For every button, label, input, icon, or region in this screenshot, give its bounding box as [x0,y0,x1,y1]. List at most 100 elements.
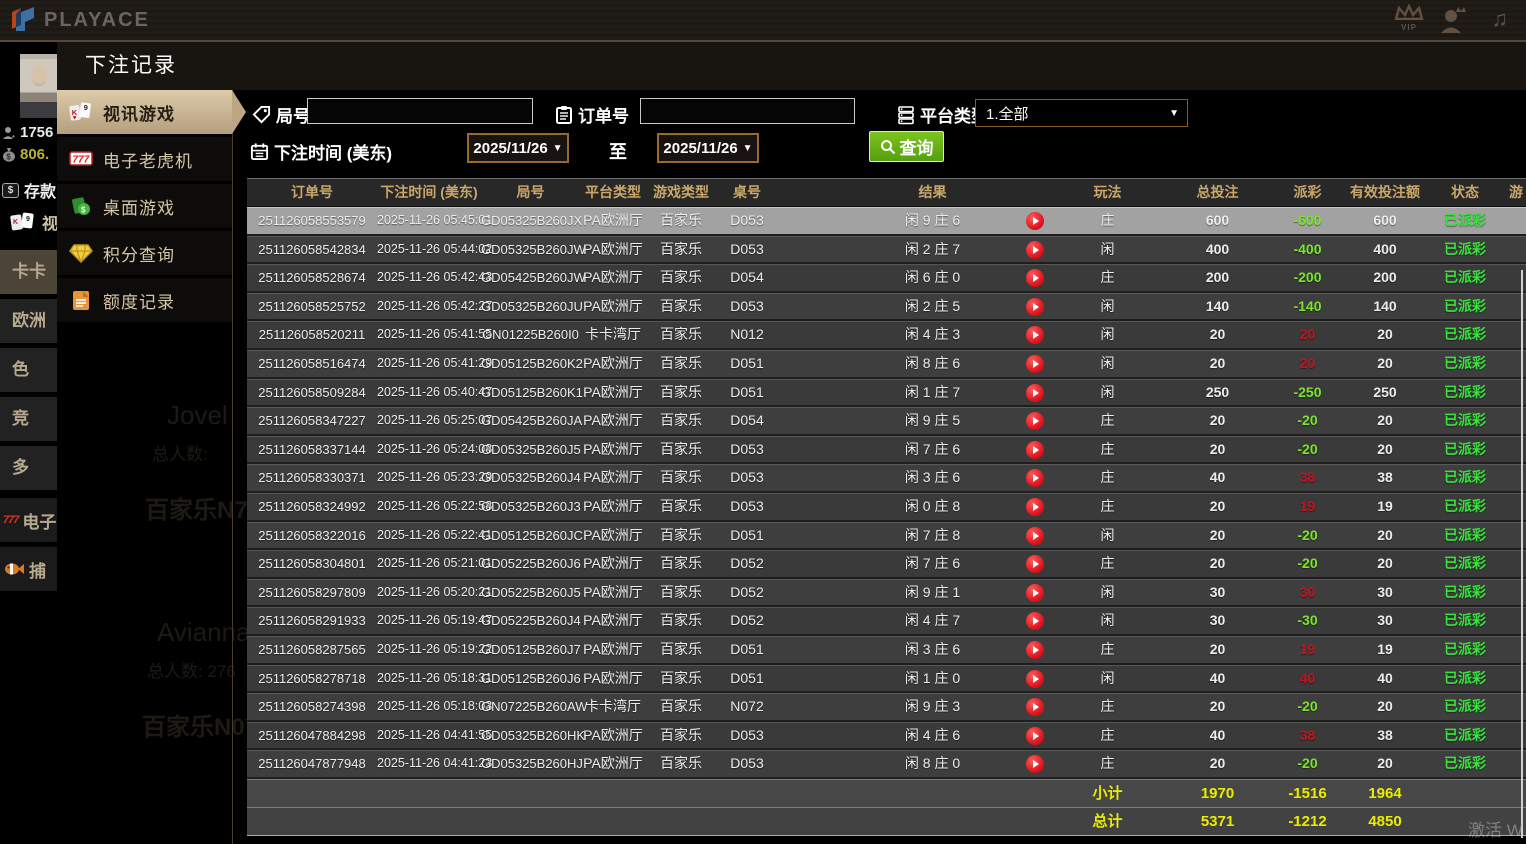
table-row[interactable]: 2511260583472272025-11-26 05:25:07GD0542… [247,407,1526,436]
replay-button[interactable] [1026,727,1044,745]
replay-button[interactable] [1026,384,1044,402]
table-row[interactable]: 2511260583371442025-11-26 05:24:08GD0532… [247,436,1526,465]
replay-button[interactable] [1026,326,1044,344]
table-row[interactable]: 2511260585286742025-11-26 05:42:43GD0542… [247,264,1526,293]
table-row[interactable]: 2511260582919332025-11-26 05:19:47GD0522… [247,607,1526,636]
table-row[interactable]: 2511260585092842025-11-26 05:40:47GD0512… [247,379,1526,408]
replay-button[interactable] [1026,441,1044,459]
cell-round_id: GD05125B260J6 [481,666,580,692]
brand-logo[interactable]: PLAYACE [10,5,150,36]
cell-status: 已派彩 [1425,723,1505,749]
col-header-status: 状态 [1425,179,1505,206]
cell-status: 已派彩 [1425,494,1505,520]
table-row[interactable]: 2511260583303712025-11-26 05:23:29GD0532… [247,464,1526,493]
cell-round_id: GN07225B260AW [481,694,580,720]
cell-round_id: GD05225B260J5 [481,580,580,606]
cell-order_id: 251126058291933 [247,608,377,634]
grand-total-row-spacer [778,808,845,835]
cell-result: 闲 2 庄 5 [845,294,1020,320]
cell-spacer [778,694,845,720]
cell-status: 已派彩 [1425,208,1505,234]
order-id-input[interactable] [640,98,855,124]
replay-button[interactable] [1026,469,1044,487]
user-avatar[interactable] [20,54,57,118]
sidebar-item-category[interactable]: 竞 [0,397,57,441]
sidebar-item-category[interactable]: 卡卡 [0,250,57,294]
replay-button[interactable] [1026,527,1044,545]
table-row[interactable]: 2511260583249922025-11-26 05:22:58GD0532… [247,493,1526,522]
search-button[interactable]: 查询 [869,131,944,162]
grand-total-row-round_id [481,808,580,835]
cell-status: 已派彩 [1425,237,1505,263]
table-row[interactable]: 2511260585535792025-11-26 05:45:01GD0532… [247,207,1526,236]
table-row[interactable]: 2511260585202112025-11-26 05:41:55GN0122… [247,321,1526,350]
cell-result: 闲 1 庄 7 [845,380,1020,406]
table-row[interactable]: 2511260582787182025-11-26 05:18:31GD0512… [247,665,1526,694]
cell-payout: 40 [1270,666,1345,692]
round-id-input[interactable] [307,98,533,124]
vip-user-icon[interactable] [1438,6,1468,39]
table-row[interactable]: 2511260478842982025-11-26 04:41:55GD0532… [247,722,1526,751]
sidebar-item-category[interactable]: 多 [0,446,57,490]
table-row[interactable]: 2511260582875652025-11-26 05:19:22GD0512… [247,636,1526,665]
cell-result: 闲 2 庄 7 [845,237,1020,263]
tab-credit-records[interactable]: 额度记录 [57,278,232,322]
replay-button[interactable] [1026,641,1044,659]
cell-game [1505,208,1526,234]
table-row[interactable]: 2511260585164742025-11-26 05:41:29GD0512… [247,350,1526,379]
sidebar-item-slots[interactable]: 777 电子 [0,498,57,542]
col-header-play [1020,179,1050,206]
replay-button[interactable] [1026,412,1044,430]
platform-type-select[interactable]: 1.全部 ▼ [975,99,1188,127]
cell-bet_time: 2025-11-26 05:42:27 [377,294,481,320]
replay-button[interactable] [1026,555,1044,573]
deposit-button[interactable]: $ 存款 [2,178,56,202]
table-row[interactable]: 2511260585428342025-11-26 05:44:02GD0532… [247,236,1526,265]
date-to-picker[interactable]: 2025/11/26 ▼ [657,133,759,163]
replay-button[interactable] [1026,698,1044,716]
table-row[interactable]: 2511260583220162025-11-26 05:22:41GD0512… [247,522,1526,551]
tab-table-games[interactable]: $桌面游戏 [57,184,232,228]
cell-platform: PA欧洲厅 [580,551,646,577]
page-title: 下注记录 [85,42,1526,90]
replay-button[interactable] [1026,498,1044,516]
video-games-nav-partial[interactable]: K 9 视 [10,210,57,234]
table-row[interactable]: 2511260585257522025-11-26 05:42:27GD0532… [247,293,1526,322]
replay-button[interactable] [1026,269,1044,287]
cell-spacer [778,380,845,406]
table-row[interactable]: 2511260478779482025-11-26 04:41:23GD0532… [247,750,1526,779]
replay-button[interactable] [1026,355,1044,373]
replay-button[interactable] [1026,212,1044,230]
table-row[interactable]: 2511260582743982025-11-26 05:18:03GN0722… [247,693,1526,722]
cell-play [1020,465,1050,491]
replay-button[interactable] [1026,584,1044,602]
date-from-picker[interactable]: 2025/11/26 ▼ [467,133,569,163]
replay-button[interactable] [1026,241,1044,259]
sidebar-item-category[interactable]: 欧洲 [0,299,57,343]
replay-button[interactable] [1026,755,1044,773]
replay-button[interactable] [1026,298,1044,316]
subtotal-row-spacer [778,780,845,808]
subtotal-row-order_id [247,780,377,808]
playing-cards-icon: K 9 [10,212,36,232]
tab-points-query[interactable]: 积分查询 [57,231,232,275]
sidebar-item-fishing[interactable]: 捕 [0,547,57,591]
cell-valid_bet: 20 [1345,694,1425,720]
cell-bet_time: 2025-11-26 05:23:29 [377,465,481,491]
cell-play_type: 闲 [1050,237,1165,263]
tab-video-games[interactable]: K♥9视讯游戏 [57,90,232,134]
replay-button[interactable] [1026,670,1044,688]
cell-valid_bet: 20 [1345,408,1425,434]
sidebar-item-category[interactable]: 色 [0,348,57,392]
cell-valid_bet: 140 [1345,294,1425,320]
vip-icon[interactable]: VIP [1392,4,1426,32]
cell-round_id: GD05425B260JW [481,265,580,291]
table-row[interactable]: 2511260583048012025-11-26 05:21:01GD0522… [247,550,1526,579]
replay-button[interactable] [1026,612,1044,630]
cell-status: 已派彩 [1425,265,1505,291]
cell-play_type: 庄 [1050,723,1165,749]
music-icon[interactable]: ♫ [1492,4,1509,34]
table-scrollbar[interactable] [1521,270,1523,838]
tab-slots[interactable]: 777电子老虎机 [57,137,232,181]
table-row[interactable]: 2511260582978092025-11-26 05:20:21GD0522… [247,579,1526,608]
